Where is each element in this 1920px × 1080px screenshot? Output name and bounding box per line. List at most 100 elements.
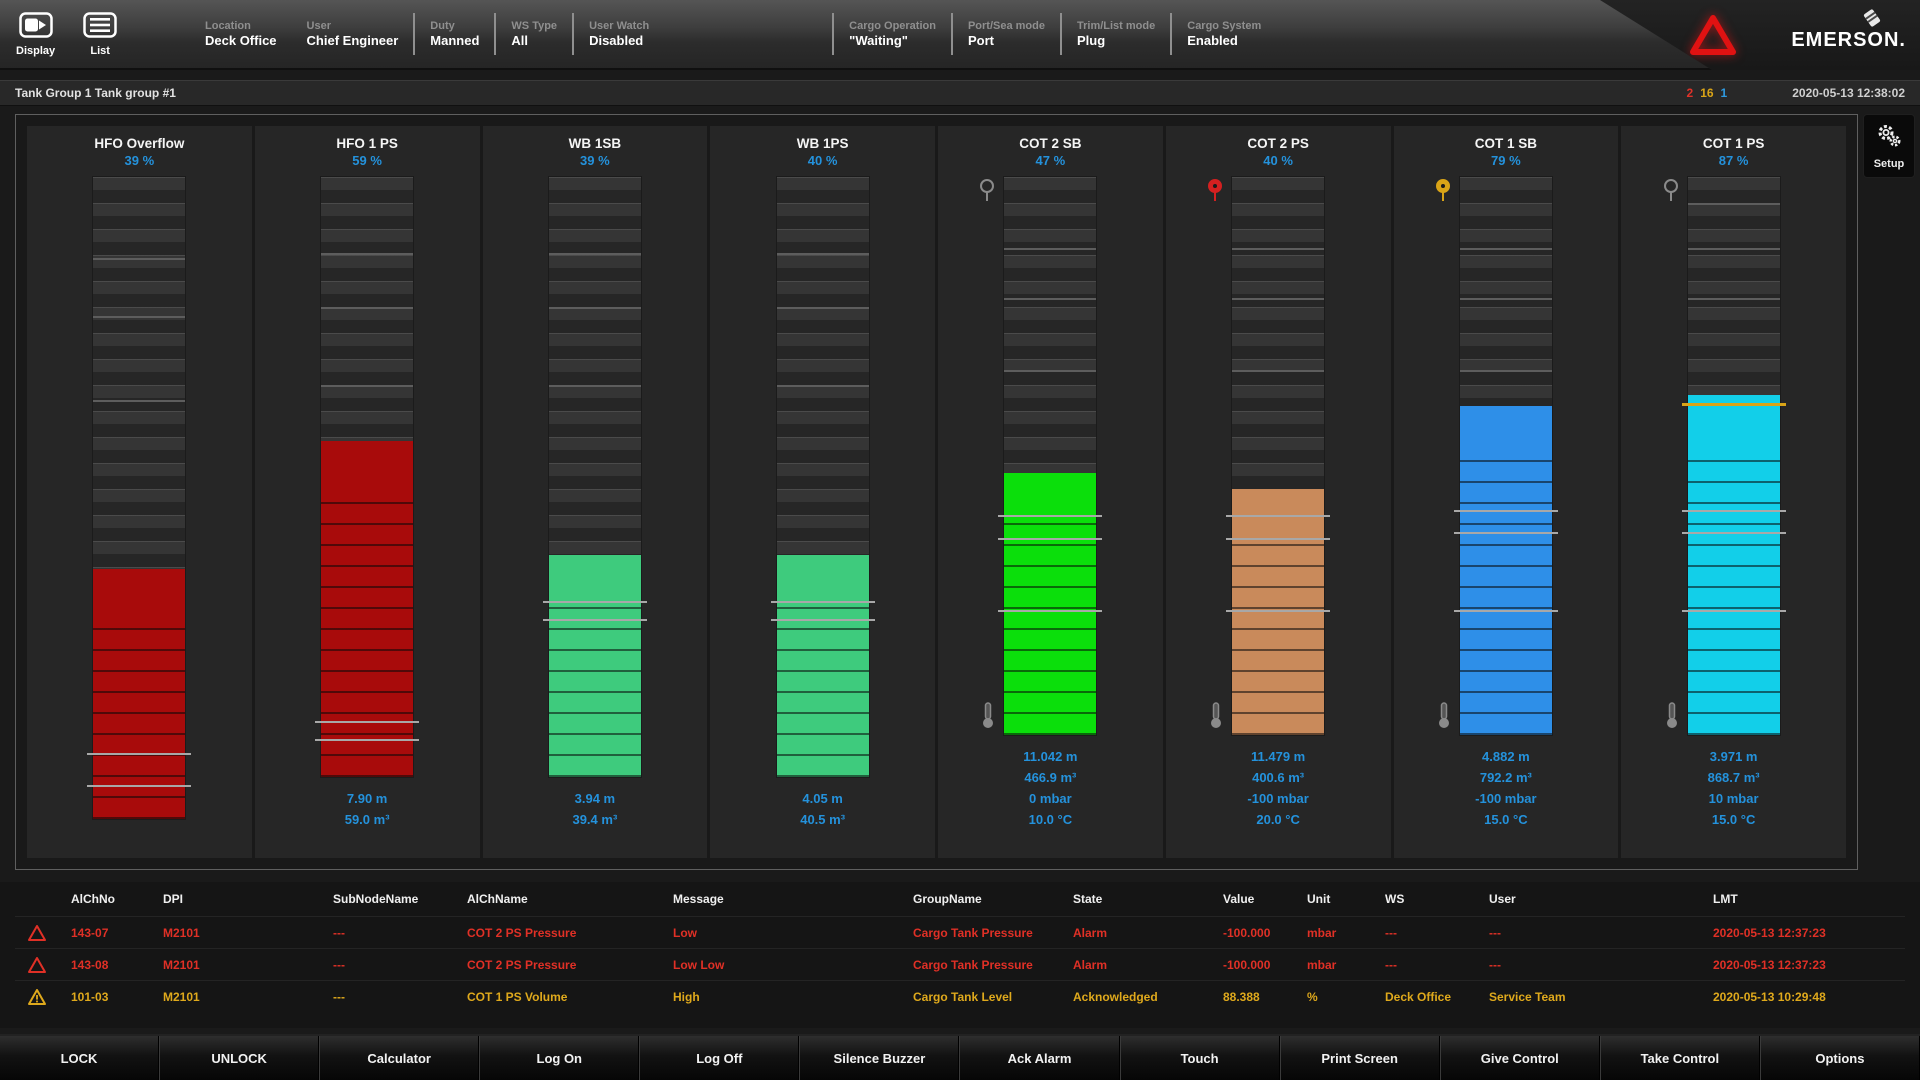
header-right-panel: EMERSON.	[1600, 0, 1920, 70]
tank-level-bar[interactable]	[92, 176, 186, 820]
gauge-setpoint-line	[1454, 532, 1558, 534]
gauge-segment-line	[1004, 298, 1096, 300]
tank-level-bar[interactable]	[1231, 176, 1325, 736]
alarm-triangle-ack-icon	[15, 988, 71, 1006]
alarm-table-header-cell-groupname: GroupName	[913, 892, 1073, 906]
alarm-table-header-cell-state: State	[1073, 892, 1223, 906]
tank-percent: 39 %	[125, 153, 155, 168]
tank-fill-stripes	[1688, 441, 1780, 735]
toolbar-button-silence-buzzer[interactable]: Silence Buzzer	[799, 1036, 959, 1080]
screen: Display List LocationDeck OfficeUserChie…	[0, 0, 1920, 1080]
tank-fill-stripes	[777, 601, 869, 777]
alarm-table-header-cell-user: User	[1489, 892, 1713, 906]
tank-readout-value: 11.479 m	[1247, 746, 1308, 767]
gauge-segment-line	[549, 307, 641, 309]
setup-button-label: Setup	[1874, 158, 1905, 170]
toolbar-button-calculator[interactable]: Calculator	[319, 1036, 479, 1080]
status-field-value: All	[511, 33, 557, 48]
thermometer-icon	[981, 701, 995, 734]
tank-readout-value: -100 mbar	[1247, 788, 1308, 809]
toolbar-button-log-off[interactable]: Log Off	[639, 1036, 799, 1080]
gauge-segment-line	[1688, 248, 1780, 250]
status-field-label: WS Type	[511, 20, 557, 32]
tank-name: COT 1 PS	[1703, 136, 1765, 151]
tank-readouts: 4.882 m792.2 m³-100 mbar15.0 °C	[1475, 746, 1536, 830]
tank-level-bar[interactable]	[320, 176, 414, 778]
tank-percent: 79 %	[1491, 153, 1521, 168]
alarm-cell-subnodename: ---	[333, 958, 467, 972]
toolbar-button-ack-alarm[interactable]: Ack Alarm	[959, 1036, 1119, 1080]
tank-panel-hfo-overflow[interactable]: HFO Overflow39 %	[27, 126, 252, 858]
gauge-setpoint-line	[1682, 532, 1786, 534]
tank-level-bar[interactable]	[1687, 176, 1781, 736]
tank-level-bar[interactable]	[1003, 176, 1097, 736]
gauge-setpoint-line	[1226, 515, 1330, 517]
status-field-value: Plug	[1077, 33, 1155, 48]
gauge-setpoint-line	[998, 515, 1102, 517]
toolbar-button-give-control[interactable]: Give Control	[1440, 1036, 1600, 1080]
toolbar-button-touch[interactable]: Touch	[1120, 1036, 1280, 1080]
status-field-ws-type: WS TypeAll	[494, 13, 572, 55]
setup-button[interactable]: Setup	[1863, 114, 1915, 178]
alarm-cell-user: ---	[1489, 958, 1713, 972]
tank-percent: 40 %	[808, 153, 838, 168]
tank-level-bar[interactable]	[776, 176, 870, 778]
list-button[interactable]: List	[83, 12, 117, 57]
gauge-setpoint-line	[1226, 538, 1330, 540]
toolbar-button-print-screen[interactable]: Print Screen	[1280, 1036, 1440, 1080]
gauge-setpoint-line	[315, 721, 419, 723]
tank-panel-cot-1-sb[interactable]: COT 1 SB79 %4.882 m792.2 m³-100 mbar15.0…	[1394, 126, 1619, 858]
tank-readouts: 7.90 m59.0 m³	[345, 788, 390, 830]
tank-readouts: 4.05 m40.5 m³	[800, 788, 845, 830]
alarm-triangle-icon[interactable]	[1686, 12, 1740, 63]
tank-panel-cot-2-ps[interactable]: COT 2 PS40 %11.479 m400.6 m³-100 mbar20.…	[1166, 126, 1391, 858]
tank-readout-value: 4.05 m	[800, 788, 845, 809]
bottom-toolbar: LOCKUNLOCKCalculatorLog OnLog OffSilence…	[0, 1034, 1920, 1080]
tank-level-bar[interactable]	[1459, 176, 1553, 736]
tank-panel-hfo-1-ps[interactable]: HFO 1 PS 59 % 7.90 m59.0 m³	[255, 126, 480, 858]
tank-readout-value: 20.0 °C	[1247, 809, 1308, 830]
alarm-row-143-07[interactable]: 143-07M2101---COT 2 PS PressureLowCargo …	[15, 916, 1905, 948]
toolbar-button-lock[interactable]: LOCK	[0, 1036, 159, 1080]
tank-panel-wb-1ps[interactable]: WB 1PS40 %4.05 m40.5 m³	[710, 126, 935, 858]
status-field-trim-list-mode: Trim/List modePlug	[1060, 13, 1170, 55]
alarm-cell-subnodename: ---	[333, 926, 467, 940]
alarm-table-header-cell-alchno: AlChNo	[71, 892, 163, 906]
status-field-label: Trim/List mode	[1077, 20, 1155, 32]
tank-readout-value: 40.5 m³	[800, 809, 845, 830]
gauge-setpoint-line	[1682, 610, 1786, 612]
alarm-cell-lmt: 2020-05-13 12:37:23	[1713, 926, 1905, 940]
tank-fill	[93, 569, 185, 819]
gauge-segment-line	[549, 253, 641, 255]
tank-level-bar[interactable]	[548, 176, 642, 778]
alarm-cell-groupname: Cargo Tank Level	[913, 990, 1073, 1004]
status-field-value: Deck Office	[205, 33, 277, 48]
toolbar-button-unlock[interactable]: UNLOCK	[159, 1036, 319, 1080]
alarm-cell-message: Low	[673, 926, 913, 940]
tank-percent: 40 %	[1263, 153, 1293, 168]
tank-panel-cot-2-sb[interactable]: COT 2 SB47 %11.042 m466.9 m³0 mbar10.0 °…	[938, 126, 1163, 858]
alarm-table-header-cell-unit: Unit	[1307, 892, 1385, 906]
tank-name: HFO 1 PS	[336, 136, 398, 151]
tank-fill-stripes	[549, 601, 641, 777]
tank-panel-wb-1sb[interactable]: WB 1SB39 %3.94 m39.4 m³	[483, 126, 708, 858]
tank-group-title: Tank Group 1 Tank group #1	[15, 86, 176, 100]
toolbar-button-log-on[interactable]: Log On	[479, 1036, 639, 1080]
tank-panel-cot-1-ps[interactable]: COT 1 PS87 %3.971 m868.7 m³10 mbar15.0 °…	[1621, 126, 1846, 858]
gauge-segment-line	[777, 253, 869, 255]
alarm-cell-lmt: 2020-05-13 12:37:23	[1713, 958, 1905, 972]
tank-gauge	[938, 176, 1163, 736]
alarm-cell-groupname: Cargo Tank Pressure	[913, 926, 1073, 940]
toolbar-button-take-control[interactable]: Take Control	[1600, 1036, 1760, 1080]
gauge-setpoint-line	[1682, 510, 1786, 512]
display-button[interactable]: Display	[16, 12, 55, 57]
tank-percent: 59 %	[352, 153, 382, 168]
tank-readout-value: 3.971 m	[1708, 746, 1760, 767]
alarm-row-143-08[interactable]: 143-08M2101---COT 2 PS PressureLow LowCa…	[15, 948, 1905, 980]
alarm-row-101-03[interactable]: 101-03M2101---COT 1 PS VolumeHighCargo T…	[15, 980, 1905, 1012]
alarm-cell-dpi: M2101	[163, 958, 333, 972]
tank-gauge	[710, 176, 935, 778]
gauge-limit-line	[1682, 403, 1786, 406]
toolbar-button-options[interactable]: Options	[1760, 1036, 1920, 1080]
status-field-user: UserChief Engineer	[292, 13, 414, 55]
